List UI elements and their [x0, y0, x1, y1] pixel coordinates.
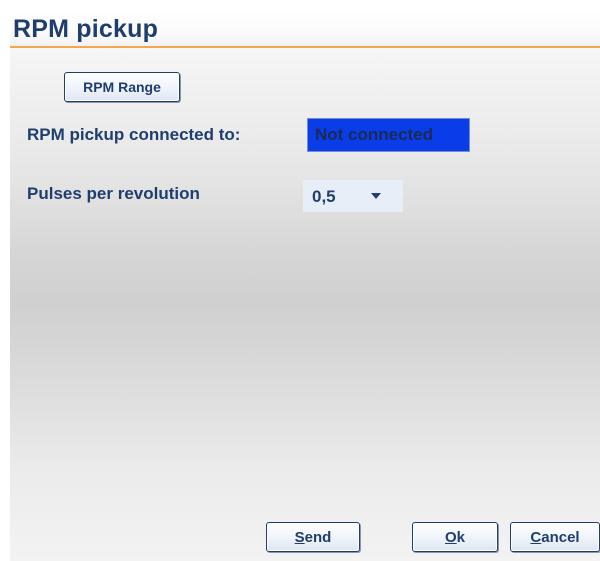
- ok-button-label: k: [456, 528, 465, 546]
- chevron-down-icon: [371, 193, 381, 199]
- connected-to-value: Not connected: [315, 125, 434, 144]
- pulses-per-revolution-label: Pulses per revolution: [27, 184, 200, 203]
- cancel-button[interactable]: Cancel: [510, 522, 600, 552]
- connected-to-label: RPM pickup connected to:: [27, 125, 241, 144]
- cancel-button-mnemonic: C: [530, 528, 542, 546]
- window-title: RPM pickup: [13, 15, 159, 43]
- rpm-range-button-label: RPM Range: [83, 79, 161, 95]
- pulses-per-revolution-value: 0,5: [312, 187, 336, 206]
- rpm-range-button[interactable]: RPM Range: [64, 72, 180, 102]
- send-button-label: end: [304, 528, 332, 546]
- ok-button[interactable]: Ok: [412, 522, 498, 552]
- connected-to-field[interactable]: Not connected: [307, 118, 470, 152]
- app-root: RPM pickup RPM Range RPM pickup connecte…: [0, 0, 600, 561]
- top-strip: [0, 0, 600, 10]
- ok-button-mnemonic: O: [444, 528, 457, 546]
- send-button-mnemonic: S: [294, 528, 305, 546]
- title-bar: RPM pickup: [10, 10, 600, 48]
- settings-panel: RPM Range RPM pickup connected to: Not c…: [10, 48, 600, 561]
- pulses-per-revolution-select[interactable]: 0,5: [303, 180, 403, 212]
- send-button[interactable]: Send: [266, 522, 360, 552]
- cancel-button-label: ancel: [541, 528, 580, 546]
